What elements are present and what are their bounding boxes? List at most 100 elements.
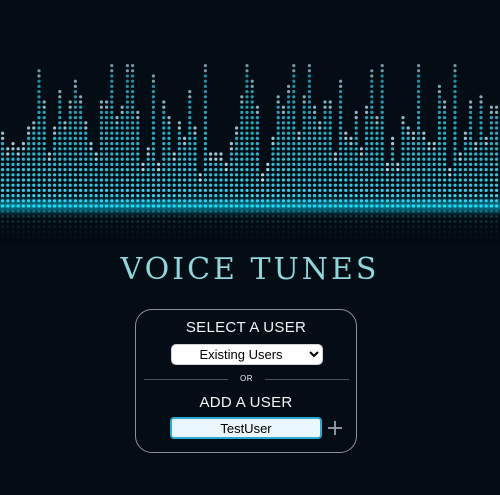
equalizer-dot <box>489 168 493 172</box>
equalizer-dot <box>396 168 400 172</box>
equalizer-dot <box>250 142 254 146</box>
equalizer-dot <box>380 157 384 161</box>
equalizer-dot <box>105 168 109 172</box>
equalizer-dot <box>417 168 421 172</box>
equalizer-dot <box>292 79 296 83</box>
equalizer-dot <box>105 100 109 104</box>
equalizer-dot <box>47 188 52 192</box>
equalizer-dot <box>458 162 462 166</box>
equalizer-dot <box>125 152 129 156</box>
equalizer-dot <box>167 162 171 166</box>
equalizer-dot <box>401 147 405 151</box>
equalizer-dot <box>250 121 254 125</box>
equalizer-dot <box>0 188 5 192</box>
equalizer-dot <box>177 178 181 182</box>
equalizer-dot <box>380 69 384 73</box>
equalizer-dot <box>115 188 119 192</box>
equalizer-dot <box>380 79 384 83</box>
equalizer-dot <box>99 147 103 151</box>
equalizer-dot <box>474 152 478 156</box>
equalizer-dot <box>37 183 41 187</box>
equalizer-dot <box>479 162 483 166</box>
equalizer-dot <box>365 173 369 177</box>
equalizer-dot <box>276 173 280 177</box>
equalizer-dot <box>380 173 384 177</box>
equalizer-dot <box>250 178 254 182</box>
equalizer-dot <box>240 126 244 130</box>
equalizer-dot <box>474 168 478 172</box>
equalizer-dot <box>474 142 478 146</box>
equalizer-dot <box>292 126 296 130</box>
equalizer-dot <box>188 162 192 166</box>
equalizer-dot <box>417 74 421 78</box>
equalizer-dot <box>401 121 405 125</box>
equalizer-dot <box>84 136 88 140</box>
equalizer-dot <box>193 162 197 166</box>
equalizer-dot <box>0 136 5 140</box>
equalizer-dot <box>203 121 207 125</box>
equalizer-dot <box>105 126 109 130</box>
equalizer-dot <box>151 84 155 88</box>
equalizer-dot <box>328 121 332 125</box>
equalizer-dot <box>157 183 161 187</box>
equalizer-dot <box>437 173 441 177</box>
equalizer-dot <box>73 100 77 104</box>
equalizer-dot <box>401 168 405 172</box>
equalizer-dot <box>344 131 348 135</box>
equalizer-dot <box>302 147 306 151</box>
equalizer-dot <box>125 131 129 135</box>
equalizer-dot <box>177 131 181 135</box>
equalizer-dot <box>411 188 415 192</box>
equalizer-dot <box>396 188 400 192</box>
equalizer-dot <box>302 142 306 146</box>
equalizer-dot <box>370 79 374 83</box>
equalizer-dot <box>287 142 291 146</box>
equalizer-dot <box>427 173 431 177</box>
equalizer-dot <box>458 168 462 172</box>
equalizer-dot <box>73 110 77 114</box>
equalizer-dot <box>323 142 327 146</box>
add-user-button[interactable] <box>324 416 346 440</box>
equalizer-dot <box>333 157 337 161</box>
equalizer-dot <box>354 162 358 166</box>
equalizer-dot <box>193 126 197 130</box>
equalizer-dot <box>297 157 301 161</box>
equalizer-dot <box>58 95 62 99</box>
equalizer-dot <box>37 79 41 83</box>
equalizer-dot <box>68 116 72 120</box>
equalizer-dot <box>73 90 77 94</box>
equalizer-dot <box>188 116 192 120</box>
equalizer-dot <box>115 183 119 187</box>
equalizer-dot <box>479 157 483 161</box>
equalizer-dot <box>276 168 280 172</box>
equalizer-dot <box>136 178 140 182</box>
equalizer-dot <box>255 173 259 177</box>
equalizer-dot <box>0 168 5 172</box>
equalizer-dot <box>380 64 384 68</box>
equalizer-dot <box>318 152 322 156</box>
existing-users-select[interactable]: Existing Users <box>171 344 323 365</box>
equalizer-dot <box>323 105 327 109</box>
equalizer-dot <box>37 142 41 146</box>
equalizer-dot <box>73 147 77 151</box>
equalizer-dot <box>479 131 483 135</box>
new-username-input[interactable] <box>170 417 322 439</box>
equalizer-dot <box>359 147 363 151</box>
equalizer-dot <box>391 136 395 140</box>
equalizer-dot <box>209 173 213 177</box>
equalizer-dot <box>453 147 457 151</box>
equalizer-dot <box>453 100 457 104</box>
equalizer-dot <box>42 188 46 192</box>
equalizer-dot <box>235 126 239 130</box>
equalizer-dot <box>417 69 421 73</box>
equalizer-dot <box>313 136 317 140</box>
equalizer-dot <box>417 100 421 104</box>
equalizer-dot <box>151 79 155 83</box>
equalizer-dot <box>6 173 10 177</box>
equalizer-dot <box>151 95 155 99</box>
equalizer-dot <box>250 110 254 114</box>
equalizer-dot <box>463 131 467 135</box>
equalizer-dot <box>349 142 353 146</box>
equalizer-dot <box>391 147 395 151</box>
equalizer-dot <box>453 188 457 192</box>
